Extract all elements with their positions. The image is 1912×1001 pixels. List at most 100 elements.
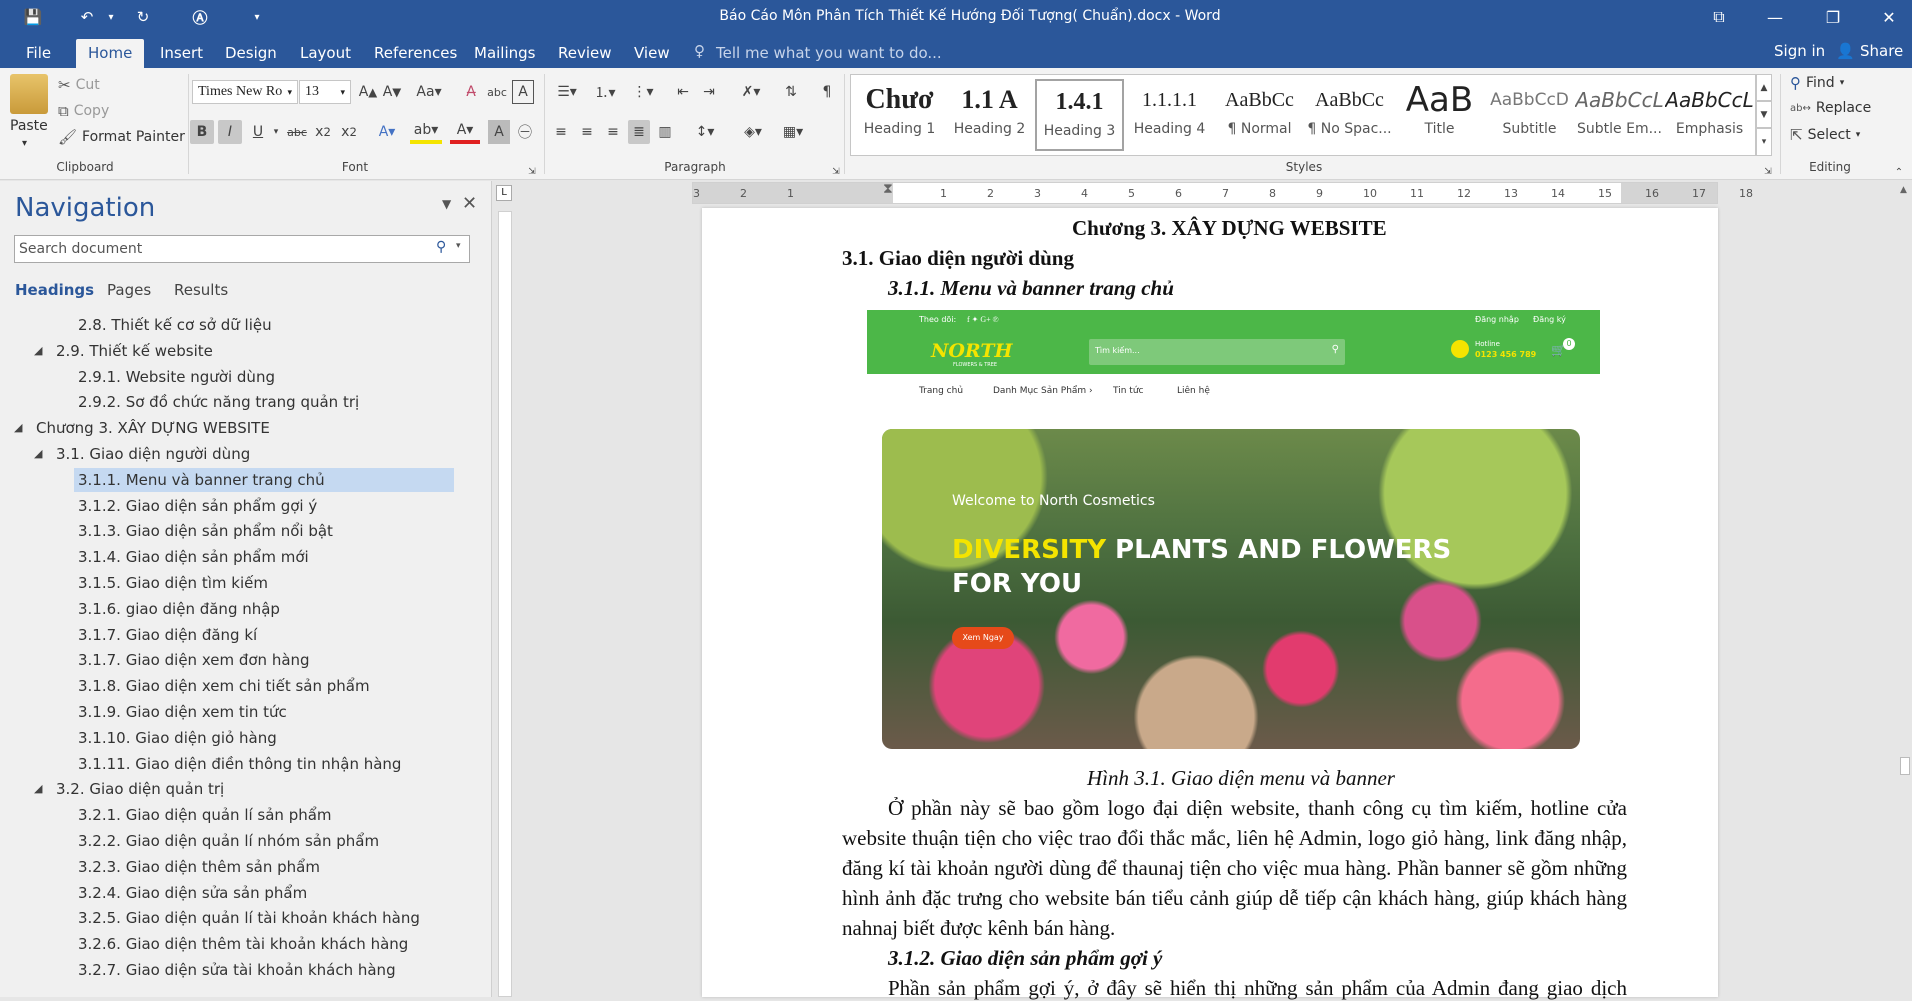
character-shading-icon[interactable]: A — [488, 120, 510, 144]
paste-icon[interactable] — [10, 74, 48, 114]
pane-close-icon[interactable]: ✕ — [462, 193, 477, 214]
undo-dropdown-icon[interactable]: ▾ — [96, 0, 126, 34]
document-page[interactable]: Chương 3. XÂY DỰNG WEBSITE 3.1. Giao diệ… — [702, 208, 1718, 1000]
font-size-box[interactable]: 13 ▾ — [299, 80, 351, 104]
ribbon-display-icon[interactable]: ⧉ — [1696, 0, 1742, 34]
nav-heading-item[interactable]: 3.2.6. Giao diện thêm tài khoản khách hà… — [74, 932, 408, 956]
clear-formatting-icon[interactable]: A̶ — [460, 80, 482, 104]
nav-heading-item[interactable]: 3.1. Giao diện người dùng — [52, 442, 250, 466]
pilcrow-icon[interactable]: ¶ — [816, 80, 838, 104]
nav-heading-item[interactable]: 3.1.7. Giao diện đăng kí — [74, 623, 257, 647]
search-options-icon[interactable]: ▾ — [456, 241, 461, 251]
nav-heading-item[interactable]: 3.2.3. Giao diện thêm sản phẩm — [74, 855, 320, 879]
tab-mailings[interactable]: Mailings — [462, 39, 547, 68]
numbering-icon[interactable]: ⒈▾ — [588, 80, 622, 104]
text-effects-icon[interactable]: A▾ — [372, 120, 402, 144]
align-center-icon[interactable]: ≡ — [576, 120, 598, 144]
style-heading-1[interactable]: Chươ Heading 1 — [855, 79, 944, 151]
paste-dropdown-icon[interactable]: ▾ — [22, 138, 27, 149]
nav-heading-item[interactable]: 3.2.1. Giao diện quản lí sản phẩm — [74, 803, 332, 827]
bold-button[interactable]: B — [190, 120, 214, 144]
find-button[interactable]: ⚲ Find ▾ — [1790, 74, 1844, 92]
collapse-triangle-icon[interactable]: ◢ — [14, 416, 22, 440]
tab-design[interactable]: Design — [213, 39, 289, 68]
nav-heading-item[interactable]: 3.1.2. Giao diện sản phẩm gợi ý — [74, 494, 317, 518]
line-spacing-icon[interactable]: ↕▾ — [688, 120, 722, 144]
style-normal[interactable]: AaBbCc ¶ Normal — [1215, 79, 1304, 151]
search-document-input[interactable]: Search document — [14, 235, 470, 263]
scroll-thumb[interactable] — [1900, 757, 1910, 775]
decrease-indent-icon[interactable]: ⇤ — [672, 80, 694, 104]
nav-heading-item[interactable]: 3.1.4. Giao diện sản phẩm mới — [74, 545, 309, 569]
asian-layout-icon[interactable]: ✗▾ — [734, 80, 768, 104]
tab-insert[interactable]: Insert — [148, 39, 215, 68]
nav-heading-item[interactable]: 3.2.5. Giao diện quản lí tài khoản khách… — [74, 906, 420, 930]
justify-icon[interactable]: ≣ — [628, 120, 650, 144]
redo-icon[interactable]: ↻ — [128, 0, 158, 34]
style-emphasis[interactable]: AaBbCcL Emphasis — [1665, 79, 1754, 151]
styles-dialog-launcher-icon[interactable]: ⇲ — [1762, 160, 1774, 184]
select-dropdown-icon[interactable]: ▾ — [1856, 130, 1861, 140]
close-icon[interactable]: ✕ — [1866, 0, 1912, 34]
character-border-icon[interactable]: A — [512, 80, 534, 104]
shrink-font-icon[interactable]: A ▼ — [382, 80, 402, 104]
minimize-icon[interactable]: — — [1752, 0, 1798, 34]
align-right-icon[interactable]: ≡ — [602, 120, 624, 144]
nav-heading-item[interactable]: Chương 3. XÂY DỰNG WEBSITE — [32, 416, 270, 440]
collapse-triangle-icon[interactable]: ◢ — [34, 777, 42, 801]
sign-in-link[interactable]: Sign in — [1774, 42, 1825, 60]
change-case-icon[interactable]: Aa▾ — [414, 80, 444, 104]
nav-heading-item[interactable]: 2.9.1. Website người dùng — [74, 365, 275, 389]
tab-results[interactable]: Results — [174, 281, 228, 299]
nav-heading-item[interactable]: 3.1.11. Giao diện điền thông tin nhận hà… — [74, 752, 401, 776]
select-button[interactable]: ⇱ Select ▾ — [1790, 126, 1860, 144]
nav-heading-item[interactable]: 3.1.8. Giao diện xem chi tiết sản phẩm — [74, 674, 370, 698]
nav-heading-item[interactable]: 2.8. Thiết kế cơ sở dữ liệu — [74, 313, 272, 337]
style-title[interactable]: AaB Title — [1395, 79, 1484, 151]
font-dropdown-icon[interactable]: ▾ — [287, 87, 292, 98]
font-name-box[interactable]: Times New Ro ▾ — [192, 80, 298, 104]
sort-icon[interactable]: ⇅ — [780, 80, 802, 104]
tab-review[interactable]: Review — [546, 39, 624, 68]
search-icon[interactable]: ⚲ — [436, 239, 446, 255]
horizontal-ruler[interactable]: 3 2 1 1 2 3 4 5 6 7 8 9 10 11 12 13 14 15 16 17 18 ⧗ — [692, 181, 1753, 204]
save-icon[interactable]: 💾 — [18, 0, 48, 34]
size-dropdown-icon[interactable]: ▾ — [340, 87, 345, 98]
style-subtle-emphasis[interactable]: AaBbCcL Subtle Em... — [1575, 79, 1664, 151]
strikethrough-button[interactable]: abc — [284, 120, 310, 144]
subscript-button[interactable]: x2 — [312, 120, 334, 144]
nav-heading-item[interactable]: 3.2.7. Giao diện sửa tài khoản khách hàn… — [74, 958, 396, 982]
text-a-icon[interactable]: Ⓐ — [185, 0, 215, 34]
styles-more-icon[interactable]: ▾ — [1756, 128, 1772, 156]
copy-button[interactable]: ⧉ Copy — [58, 102, 109, 120]
tab-view[interactable]: View — [622, 39, 682, 68]
style-no-spacing[interactable]: AaBbCc ¶ No Spac... — [1305, 79, 1394, 151]
replace-button[interactable]: ab↔ Replace — [1790, 100, 1871, 116]
style-heading-4[interactable]: 1.1.1.1 Heading 4 — [1125, 79, 1214, 151]
tab-selector-icon[interactable]: L — [496, 185, 512, 201]
pane-options-icon[interactable]: ▼ — [442, 197, 451, 211]
italic-button[interactable]: I — [218, 120, 242, 144]
underline-dropdown-icon[interactable]: ▾ — [270, 120, 282, 144]
nav-heading-item[interactable]: 3.1.10. Giao diện giỏ hàng — [74, 726, 277, 750]
indent-marker-icon[interactable]: ⧗ — [883, 181, 893, 197]
customize-qat-icon[interactable]: ▾ — [242, 0, 272, 34]
align-left-icon[interactable]: ≡ — [550, 120, 572, 144]
find-dropdown-icon[interactable]: ▾ — [1840, 78, 1845, 88]
styles-scroll-up-icon[interactable]: ▲ — [1756, 74, 1772, 101]
paste-button[interactable]: Paste — [10, 118, 48, 134]
distributed-icon[interactable]: ▥ — [654, 120, 676, 144]
nav-heading-item[interactable]: 3.1.6. giao diện đăng nhập — [74, 597, 280, 621]
style-heading-2[interactable]: 1.1 A Heading 2 — [945, 79, 1034, 151]
nav-heading-item[interactable]: 3.1.1. Menu và banner trang chủ — [74, 467, 454, 492]
nav-heading-item[interactable]: 3.2.4. Giao diện sửa sản phẩm — [74, 881, 307, 905]
enclose-characters-icon[interactable]: ㊀ — [514, 120, 536, 144]
multilevel-list-icon[interactable]: ⋮▾ — [626, 80, 660, 104]
tab-references[interactable]: References — [362, 39, 469, 68]
nav-heading-item[interactable]: 2.9.2. Sơ đồ chức năng trang quản trị — [74, 390, 359, 414]
nav-heading-item[interactable]: 3.1.5. Giao diện tìm kiếm — [74, 571, 268, 595]
nav-heading-item[interactable]: 2.9. Thiết kế website — [52, 339, 213, 363]
superscript-button[interactable]: x2 — [338, 120, 360, 144]
tab-home[interactable]: Home — [76, 39, 145, 68]
phonetic-guide-icon[interactable]: abc — [486, 80, 508, 104]
